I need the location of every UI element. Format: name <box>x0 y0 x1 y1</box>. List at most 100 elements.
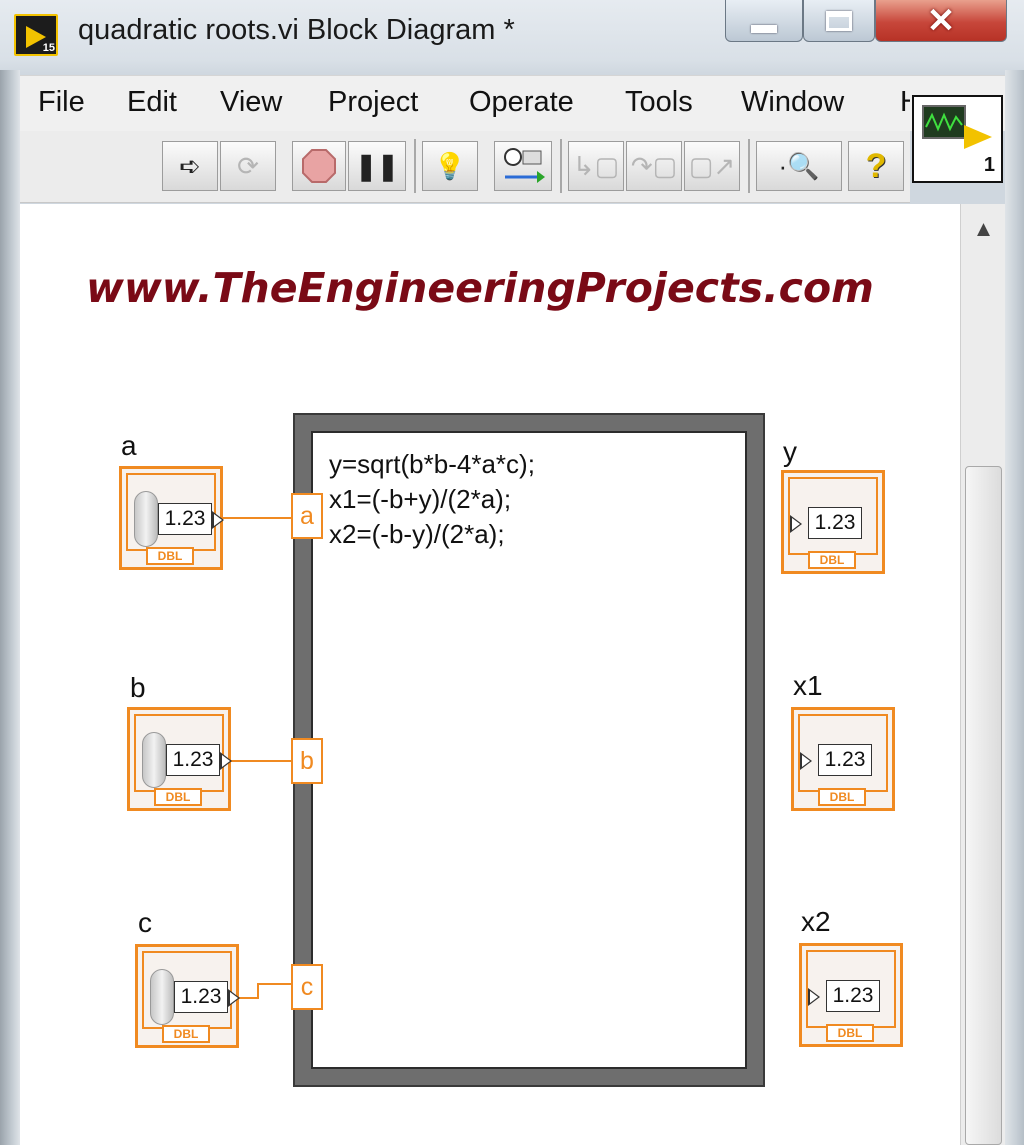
numeric-indicator-x2[interactable]: 1.23 DBL <box>799 943 903 1047</box>
wire-a[interactable] <box>220 517 292 519</box>
run-button[interactable]: ➪ <box>162 141 218 191</box>
formula-node[interactable]: y=sqrt(b*b-4*a*c); x1=(-b+y)/(2*a); x2=(… <box>293 413 765 1087</box>
control-label-c: c <box>138 907 152 938</box>
indicator-label-y: y <box>783 436 797 467</box>
pause-icon: ❚❚ <box>355 150 399 181</box>
indicator-label-x1: x1 <box>793 670 823 701</box>
input-terminal-icon <box>790 515 802 533</box>
formula-line: x2=(-b-y)/(2*a); <box>329 519 505 549</box>
abort-button[interactable] <box>292 141 346 191</box>
minimize-icon <box>751 24 777 33</box>
dbl-type-badge: DBL <box>826 1024 874 1042</box>
output-terminal-icon <box>212 511 224 529</box>
numeric-control-a[interactable]: 1.23 DBL <box>119 466 224 570</box>
scroll-thumb[interactable] <box>965 466 1002 1145</box>
indicator-value: 1.23 <box>826 980 880 1012</box>
run-icon: ➪ <box>179 150 201 181</box>
menu-tools[interactable]: Tools <box>625 86 693 119</box>
increment-decrement-icon <box>134 491 158 547</box>
formula-input-a[interactable]: a <box>291 493 323 539</box>
retain-wire-values-button[interactable] <box>494 141 552 191</box>
wire-b[interactable] <box>229 760 292 762</box>
step-out-button[interactable]: ▢↗ <box>684 141 740 191</box>
formula-input-c[interactable]: c <box>291 964 323 1010</box>
search-icon: ·🔍 <box>778 150 820 181</box>
minimize-button[interactable] <box>725 0 803 42</box>
input-terminal-icon <box>808 988 820 1006</box>
step-over-button[interactable]: ↷▢ <box>626 141 682 191</box>
vi-icon[interactable]: 1 <box>912 95 1003 183</box>
menu-project[interactable]: Project <box>328 86 418 119</box>
toolbar: ➪ ⟳ ❚❚ 💡 ↳▢ ↷▢ ▢↗ ·🔍 ? <box>20 131 910 203</box>
maximize-button[interactable] <box>803 0 875 42</box>
formula-node-editor[interactable]: y=sqrt(b*b-4*a*c); x1=(-b+y)/(2*a); x2=(… <box>311 431 747 1069</box>
menu-edit[interactable]: Edit <box>127 86 177 119</box>
window-right-edge <box>1005 70 1024 1145</box>
numeric-indicator-y[interactable]: 1.23 DBL <box>781 470 885 574</box>
menu-view[interactable]: View <box>220 86 282 119</box>
menu-bar: File Edit View Project Operate Tools Win… <box>20 75 1005 131</box>
indicator-label-x2: x2 <box>801 906 831 937</box>
menu-window[interactable]: Window <box>741 86 844 119</box>
close-icon: ✕ <box>926 1 956 40</box>
retain-wire-values-icon <box>504 148 545 183</box>
wire-c[interactable] <box>257 983 259 999</box>
control-label-a: a <box>121 430 137 461</box>
help-button[interactable]: ? <box>848 141 904 191</box>
vertical-scrollbar[interactable]: ▲ <box>960 204 1005 1145</box>
highlight-execution-icon: 💡 <box>433 150 467 181</box>
close-button[interactable]: ✕ <box>875 0 1007 42</box>
toolbar-separator <box>560 139 562 193</box>
control-label-b: b <box>130 672 146 703</box>
dbl-type-badge: DBL <box>154 788 202 806</box>
formula-input-b[interactable]: b <box>291 738 323 784</box>
control-value: 1.23 <box>174 981 228 1013</box>
dbl-type-badge: DBL <box>146 547 194 565</box>
increment-decrement-icon <box>142 732 166 788</box>
run-continuously-button[interactable]: ⟳ <box>220 141 276 191</box>
formula-line: x1=(-b+y)/(2*a); <box>329 484 512 514</box>
output-terminal-icon <box>220 752 232 770</box>
window-title: quadratic roots.vi Block Diagram * <box>78 14 515 46</box>
wire-c[interactable] <box>257 983 292 985</box>
control-value: 1.23 <box>166 744 220 776</box>
numeric-control-c[interactable]: 1.23 DBL <box>135 944 240 1048</box>
output-terminal-icon <box>228 989 240 1007</box>
dbl-type-badge: DBL <box>162 1025 210 1043</box>
dbl-type-badge: DBL <box>808 551 856 569</box>
watermark-text: www.TheEngineeringProjects.com <box>86 264 874 312</box>
menu-file[interactable]: File <box>38 86 85 119</box>
indicator-value: 1.23 <box>808 507 862 539</box>
step-over-icon: ↷▢ <box>630 150 678 181</box>
scope-icon <box>922 105 966 139</box>
menu-operate[interactable]: Operate <box>469 86 574 119</box>
maximize-icon <box>826 10 852 31</box>
step-out-icon: ▢↗ <box>688 150 736 181</box>
step-into-icon: ↳▢ <box>572 150 620 181</box>
menu-help[interactable]: H <box>900 86 910 119</box>
highlight-execution-button[interactable]: 💡 <box>422 141 478 191</box>
control-value: 1.23 <box>158 503 212 535</box>
wire-c[interactable] <box>237 997 259 999</box>
vi-icon-number: 1 <box>983 154 995 176</box>
input-terminal-icon <box>800 752 812 770</box>
run-continuously-icon: ⟳ <box>237 150 259 181</box>
formula-line: y=sqrt(b*b-4*a*c); <box>329 449 535 479</box>
search-button[interactable]: ·🔍 <box>756 141 842 191</box>
help-icon: ? <box>865 146 887 185</box>
abort-icon <box>302 149 336 183</box>
run-arrow-icon <box>964 125 992 149</box>
numeric-control-b[interactable]: 1.23 DBL <box>127 707 232 811</box>
window-left-edge <box>0 70 20 1145</box>
toolbar-separator <box>414 139 416 193</box>
pause-button[interactable]: ❚❚ <box>348 141 406 191</box>
step-into-button[interactable]: ↳▢ <box>568 141 624 191</box>
increment-decrement-icon <box>150 969 174 1025</box>
title-bar: 15 quadratic roots.vi Block Diagram * ✕ <box>0 0 1024 70</box>
chevron-up-icon: ▲ <box>972 216 995 241</box>
scroll-up-button[interactable]: ▲ <box>961 204 1006 254</box>
numeric-indicator-x1[interactable]: 1.23 DBL <box>791 707 895 811</box>
indicator-value: 1.23 <box>818 744 872 776</box>
labview-app-icon: 15 <box>14 14 58 56</box>
toolbar-separator <box>748 139 750 193</box>
